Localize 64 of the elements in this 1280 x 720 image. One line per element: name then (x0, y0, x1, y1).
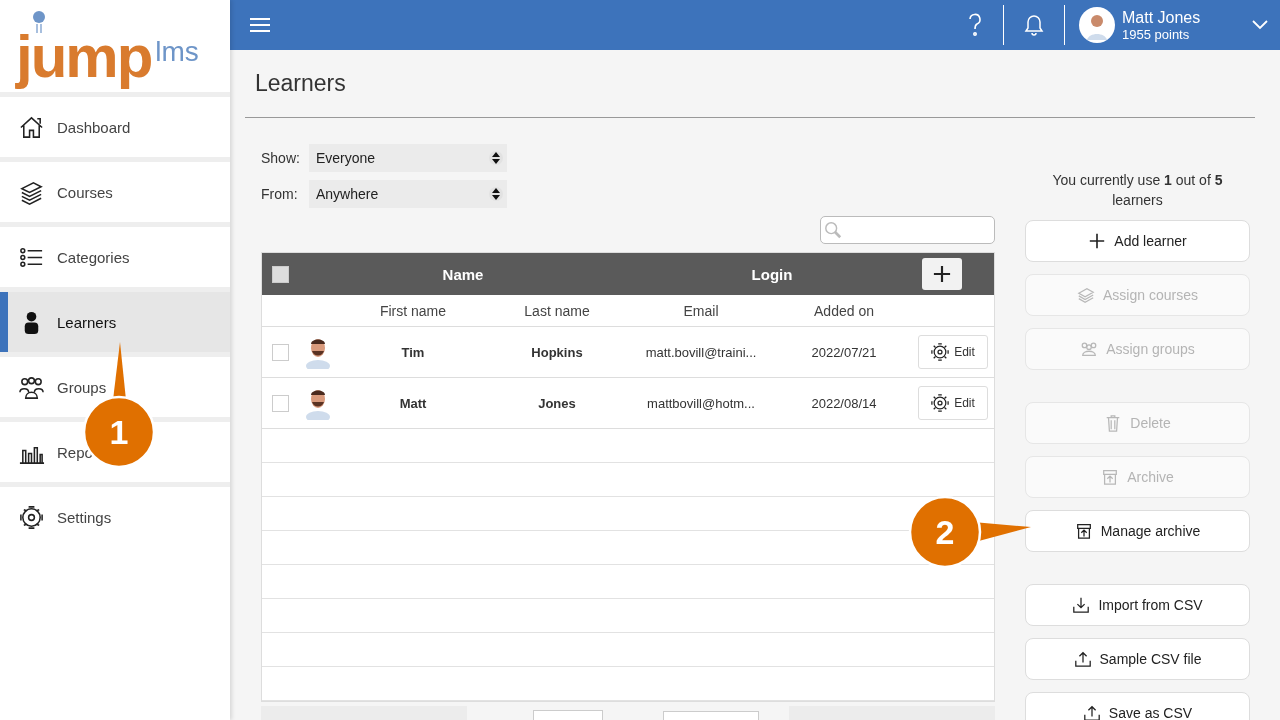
page-title: Learners (254, 69, 347, 98)
last-name-cell-text: Hopkins (530, 344, 584, 360)
sidebar-item[interactable]: Categories (0, 222, 230, 287)
action-button[interactable]: Sample CSV file (1025, 638, 1250, 680)
select-all-checkbox[interactable] (271, 265, 289, 283)
filter-dropdown[interactable]: Anywhere (309, 180, 507, 208)
avatar (1079, 7, 1115, 43)
action-button[interactable]: Import from CSV (1025, 584, 1250, 626)
gear-icon (931, 343, 950, 361)
filter-label: Show: (261, 150, 301, 166)
user-name: Matt Jones (1122, 8, 1202, 27)
date-cell-text: 2022/07/21 (810, 344, 878, 360)
download-icon (1072, 596, 1091, 614)
logo-dot-icon (32, 10, 46, 34)
settings-icon (18, 503, 45, 531)
column-header[interactable]: First name (338, 302, 488, 319)
people-icon (1080, 340, 1099, 358)
column-header[interactable]: Added on (776, 302, 912, 319)
help-icon[interactable] (967, 12, 983, 38)
column-header[interactable]: Last name (488, 302, 626, 319)
menu-icon[interactable] (250, 17, 270, 33)
column-group-header: Name (441, 265, 485, 283)
stack-icon (1077, 286, 1096, 304)
sidebar-item[interactable]: Courses (0, 157, 230, 222)
column-group-header: Login (750, 265, 794, 283)
gear-icon (931, 394, 950, 412)
last-name-cell-text: Jones (537, 395, 577, 411)
upload-icon (1082, 704, 1101, 720)
search-field[interactable] (820, 216, 995, 244)
edit-button[interactable]: Edit (918, 386, 988, 420)
caret-icon[interactable] (1252, 20, 1268, 30)
row-checkbox[interactable] (271, 394, 289, 412)
plus-icon (933, 265, 951, 283)
search-icon (824, 221, 842, 239)
archive-box-icon (1074, 522, 1093, 540)
email-cell-text: mattbovill@hotm... (646, 395, 756, 411)
user-points: 1955 points (1122, 26, 1191, 42)
email-cell-text: matt.bovill@traini... (644, 344, 758, 360)
date-cell-text: 2022/08/14 (810, 395, 878, 411)
archive-box-icon (1101, 468, 1120, 486)
sidebar-item[interactable]: Groups (0, 352, 230, 417)
action-button[interactable]: Save as CSV (1025, 692, 1250, 720)
sort-arrows-icon (489, 151, 503, 165)
action-button[interactable]: Add learner (1025, 220, 1250, 262)
sidebar-item[interactable]: Learners (0, 287, 230, 352)
bell-icon[interactable] (1024, 14, 1044, 36)
callout-number: 2 (935, 513, 955, 551)
upload-icon (1073, 650, 1092, 668)
edit-button[interactable]: Edit (918, 335, 988, 369)
usage-text: You currently use 1 out of 5 learners (1051, 171, 1224, 210)
sort-arrows-icon (489, 187, 503, 201)
sidebar-item[interactable]: Dashboard (0, 92, 230, 157)
row-checkbox[interactable] (271, 343, 289, 361)
filter-label: From: (261, 186, 299, 202)
plus-icon (1088, 232, 1107, 250)
first-name-cell-text: Matt (398, 395, 428, 411)
add-button[interactable] (922, 258, 962, 290)
first-name-cell-text: Tim (400, 344, 426, 360)
logo-text: jump (16, 26, 152, 88)
logo-subtext: lms (155, 38, 199, 66)
column-header[interactable]: Email (626, 302, 776, 319)
sidebar-item[interactable]: Settings (0, 482, 230, 547)
action-button[interactable]: Manage archive (1025, 510, 1250, 552)
filter-dropdown[interactable]: Everyone (309, 144, 507, 172)
